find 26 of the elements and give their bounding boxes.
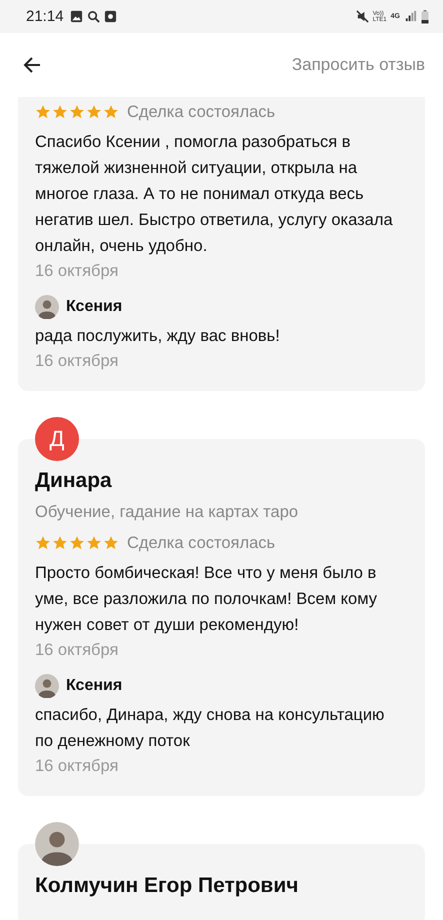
- deal-status: Сделка состоялась: [127, 534, 276, 552]
- review-date: 16 октября: [35, 640, 120, 661]
- reviewer-name: Динара: [35, 469, 113, 493]
- request-review-button[interactable]: Запросить отзыв: [292, 55, 425, 75]
- reviewer-name: Колмучин Егор Петрович: [35, 874, 300, 898]
- avatar: [35, 295, 59, 319]
- deal-status: Сделка состоялась: [127, 102, 276, 122]
- reply-text: спасибо, Динара, жду снова на консультацию по денежному поток: [35, 705, 386, 752]
- review-text: Спасибо Ксении , помогла разобраться в тяжелой жизненной ситуации, открыла на многое глаза. А то не понимал откуда весь негатив шел. Быстро ответила, услугу оказала онлайн, очень удобно.: [35, 132, 394, 257]
- avatar: Д: [35, 417, 79, 461]
- search-icon: [86, 10, 100, 23]
- mute-icon: [356, 10, 369, 23]
- battery-icon: [421, 10, 429, 24]
- reply-text: рада послужить, жду вас вновь!: [35, 326, 281, 347]
- review-date: 16 октября: [35, 261, 120, 282]
- reply-author: Ксения: [66, 298, 122, 316]
- reply-author: Ксения: [66, 677, 122, 695]
- review-text: Просто бомбическая! Все что у меня было в уме, все разложила по полочкам! Всем кому нужен совет от души рекомендую!: [35, 563, 378, 636]
- signal-icon: [404, 10, 417, 23]
- image-icon: [70, 10, 83, 23]
- service-category: Обучение, гадание на картах таро: [35, 503, 300, 522]
- clock: 21:14: [26, 8, 64, 25]
- reply-date: 16 октября: [35, 351, 120, 372]
- reply-date: 16 октября: [35, 756, 120, 777]
- avatar: [35, 674, 59, 698]
- record-icon: [104, 10, 117, 23]
